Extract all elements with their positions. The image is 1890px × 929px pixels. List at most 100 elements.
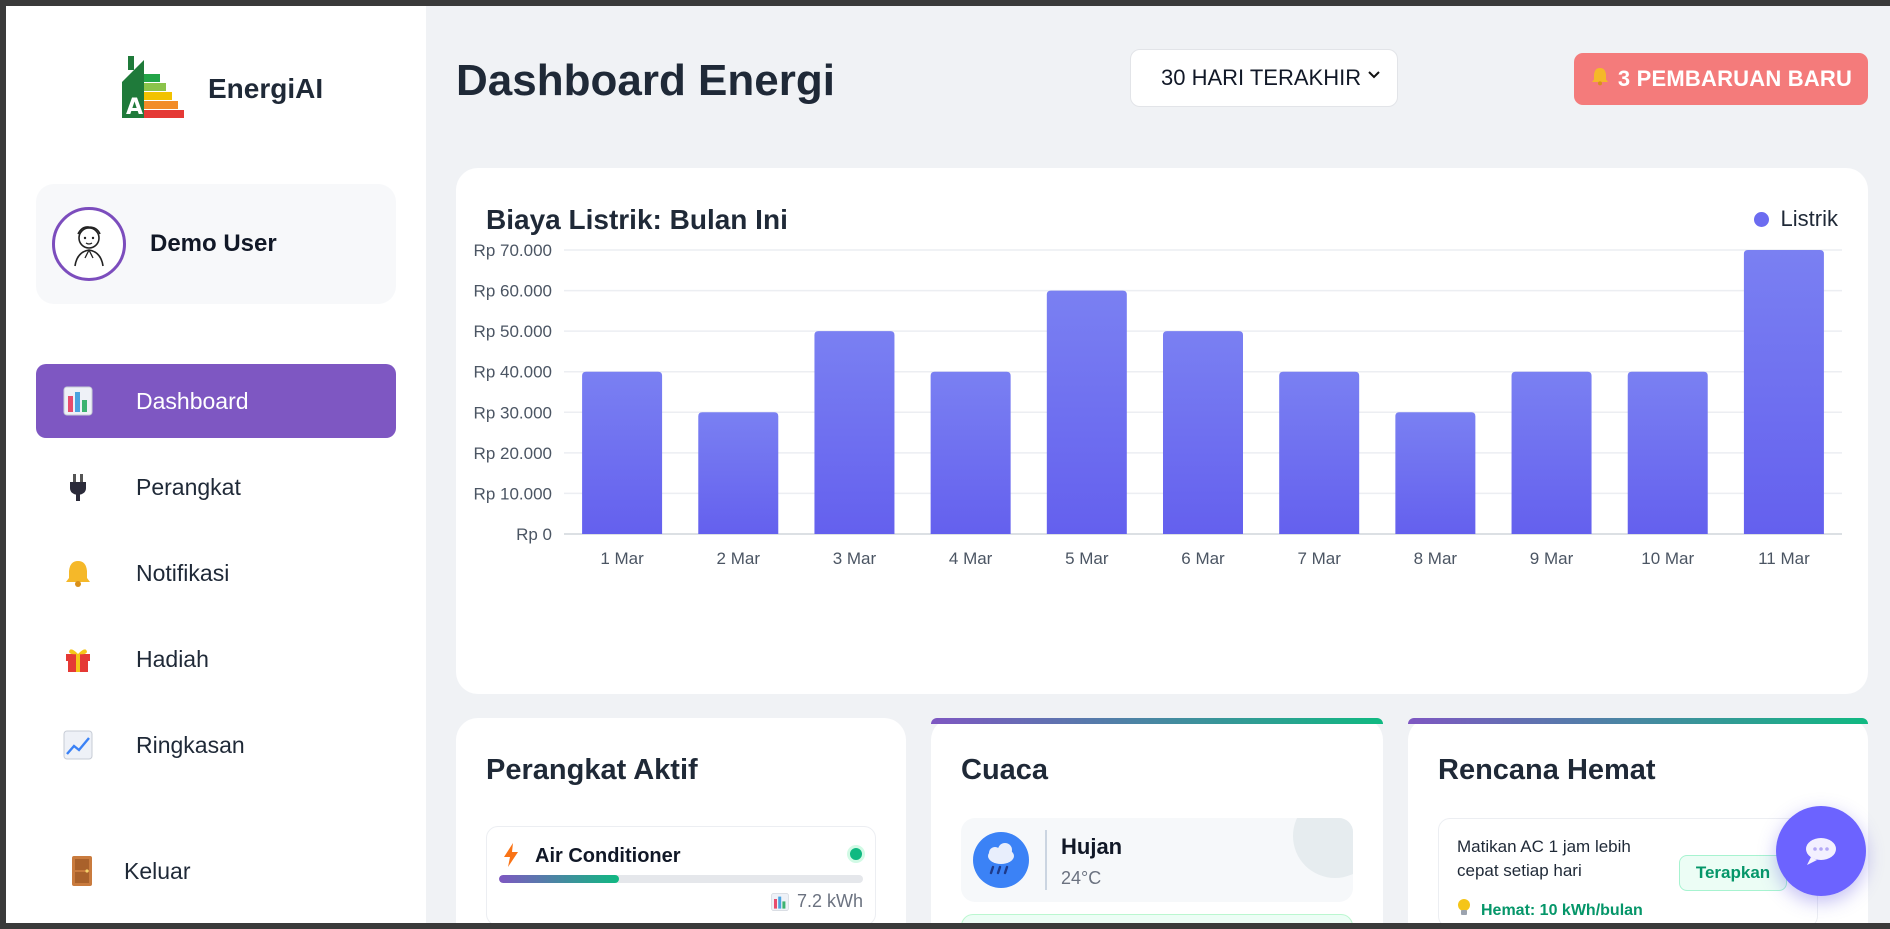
card-accent-bar xyxy=(931,718,1383,724)
bell-icon xyxy=(62,557,94,589)
y-tick-label: Rp 60.000 xyxy=(474,282,552,301)
chart-bar[interactable] xyxy=(1395,412,1476,534)
chart-bar[interactable] xyxy=(1163,331,1243,534)
trend-chart-icon xyxy=(62,729,94,761)
lightning-icon xyxy=(503,843,519,873)
device-status-indicator xyxy=(847,845,865,863)
chevron-down-icon xyxy=(1368,71,1380,79)
sidebar-item-hadiah[interactable]: Hadiah xyxy=(36,622,396,696)
chart-bar[interactable] xyxy=(1743,250,1824,534)
chart-bar[interactable] xyxy=(1279,371,1360,534)
device-energy-value: 7.2 kWh xyxy=(796,891,863,911)
date-range-value: 30 HARI TERAKHIR xyxy=(1161,65,1362,90)
chart-bar[interactable] xyxy=(698,412,779,534)
sidebar-item-ringkasan[interactable]: Ringkasan xyxy=(36,708,396,782)
plug-icon xyxy=(62,471,94,503)
x-tick-label: 8 Mar xyxy=(1414,549,1458,568)
divider xyxy=(1045,830,1047,890)
updates-label: 3 PEMBARUAN BARU xyxy=(1617,66,1853,91)
x-tick-label: 3 Mar xyxy=(833,549,877,568)
sidebar-item-label: Perangkat xyxy=(136,473,241,500)
sidebar-item-label: Notifikasi xyxy=(136,559,230,586)
sidebar-item-dashboard[interactable]: Dashboard xyxy=(36,364,396,438)
logout-label: Keluar xyxy=(124,857,191,884)
card-title: Cuaca xyxy=(961,754,1049,786)
updates-button[interactable]: 3 PEMBARUAN BARU xyxy=(1574,53,1868,105)
plan-saving: Hemat: 10 kWh/bulan xyxy=(1457,899,1643,922)
user-name: Demo User xyxy=(150,230,277,257)
main-content: Dashboard Energi 30 HARI TERAKHIR 3 PEMB… xyxy=(426,6,1890,923)
chart-bar[interactable] xyxy=(582,371,663,534)
sidebar-item-notifikasi[interactable]: Notifikasi xyxy=(36,536,396,610)
date-range-select[interactable]: 30 HARI TERAKHIR xyxy=(1130,49,1398,107)
chart-bar[interactable] xyxy=(1627,371,1708,534)
sidebar-item-label: Ringkasan xyxy=(136,731,245,758)
apply-button[interactable]: Terapkan xyxy=(1679,855,1787,891)
gift-icon xyxy=(62,643,94,675)
y-tick-label: Rp 20.000 xyxy=(474,444,552,463)
page-title: Dashboard Energi xyxy=(456,56,835,105)
y-tick-label: Rp 30.000 xyxy=(474,403,552,422)
x-tick-label: 2 Mar xyxy=(717,549,761,568)
card-title: Rencana Hemat xyxy=(1438,754,1656,786)
electricity-cost-chart-card: Biaya Listrik: Bulan Ini Listrik Rp 0 Rp … xyxy=(456,168,1868,694)
user-avatar-icon xyxy=(74,226,104,267)
y-tick-label: Rp 40.000 xyxy=(474,363,552,382)
chart-bar[interactable] xyxy=(1046,290,1127,534)
weather-tip-box xyxy=(961,914,1353,923)
plan-item: Matikan AC 1 jam lebih cepat setiap hari… xyxy=(1438,818,1818,923)
logout-button[interactable]: Keluar xyxy=(36,836,190,906)
chart-bar[interactable] xyxy=(814,331,895,534)
plan-text: Matikan AC 1 jam lebih cepat setiap hari xyxy=(1457,837,1631,880)
bar-chart-icon xyxy=(62,385,94,417)
y-tick-label: Rp 50.000 xyxy=(474,322,552,341)
y-tick-label: Rp 10.000 xyxy=(474,484,552,503)
device-name: Air Conditioner xyxy=(535,845,681,867)
device-item[interactable]: Air Conditioner 7.2 kWh xyxy=(486,826,876,923)
chat-button[interactable] xyxy=(1776,806,1866,896)
bar-chart-icon xyxy=(771,892,789,911)
chat-bubble-icon xyxy=(1806,838,1836,865)
x-tick-label: 4 Mar xyxy=(949,549,993,568)
bar-chart: Rp 0 Rp 10.000 Rp 20.000 Rp 30.000 Rp 40.000… xyxy=(474,241,1842,568)
device-energy: 7.2 kWh xyxy=(771,891,863,912)
weather-condition: Hujan xyxy=(1061,834,1123,859)
app-window: A EnergiAI Demo User Dashboard Perangkat… xyxy=(6,6,1890,923)
device-usage-fill xyxy=(499,875,620,883)
decorative-circle xyxy=(1293,818,1353,878)
sidebar-item-label: Dashboard xyxy=(136,387,249,414)
svg-text:A: A xyxy=(126,95,143,120)
active-devices-card: Perangkat Aktif Air Conditioner 7.2 kWh xyxy=(456,718,906,923)
app-name: EnergiAI xyxy=(208,73,324,104)
user-profile-card[interactable]: Demo User xyxy=(36,184,396,304)
device-usage-bar xyxy=(499,875,863,883)
weather-card: Cuaca Hujan 24°C xyxy=(931,718,1383,923)
x-tick-label: 1 Mar xyxy=(600,549,644,568)
sidebar-item-label: Hadiah xyxy=(136,645,209,672)
y-tick-label: Rp 70.000 xyxy=(474,241,552,260)
x-tick-label: 10 Mar xyxy=(1641,549,1694,568)
energy-house-logo-icon: A xyxy=(122,56,184,120)
x-tick-label: 9 Mar xyxy=(1530,549,1574,568)
sidebar-item-perangkat[interactable]: Perangkat xyxy=(36,450,396,524)
bell-icon xyxy=(1590,66,1610,92)
avatar xyxy=(52,207,126,281)
app-logo[interactable]: A EnergiAI xyxy=(118,56,323,122)
weather-summary: Hujan 24°C xyxy=(961,818,1353,902)
sidebar-nav: Dashboard Perangkat Notifikasi Hadiah Ri… xyxy=(36,364,396,794)
x-tick-label: 7 Mar xyxy=(1297,549,1341,568)
door-icon xyxy=(66,855,98,887)
sidebar: A EnergiAI Demo User Dashboard Perangkat… xyxy=(6,6,426,923)
lightbulb-icon xyxy=(1457,899,1471,922)
x-tick-label: 5 Mar xyxy=(1065,549,1109,568)
x-tick-label: 11 Mar xyxy=(1758,549,1810,568)
rain-cloud-icon xyxy=(973,832,1029,888)
plan-saving-value: Hemat: 10 kWh/bulan xyxy=(1481,901,1643,919)
y-tick-label: Rp 0 xyxy=(516,525,552,544)
card-accent-bar xyxy=(1408,718,1868,724)
weather-temperature: 24°C xyxy=(1061,868,1102,888)
x-tick-label: 6 Mar xyxy=(1181,549,1225,568)
card-title: Perangkat Aktif xyxy=(486,754,698,786)
chart-bar[interactable] xyxy=(1511,371,1592,534)
chart-bar[interactable] xyxy=(930,371,1011,534)
